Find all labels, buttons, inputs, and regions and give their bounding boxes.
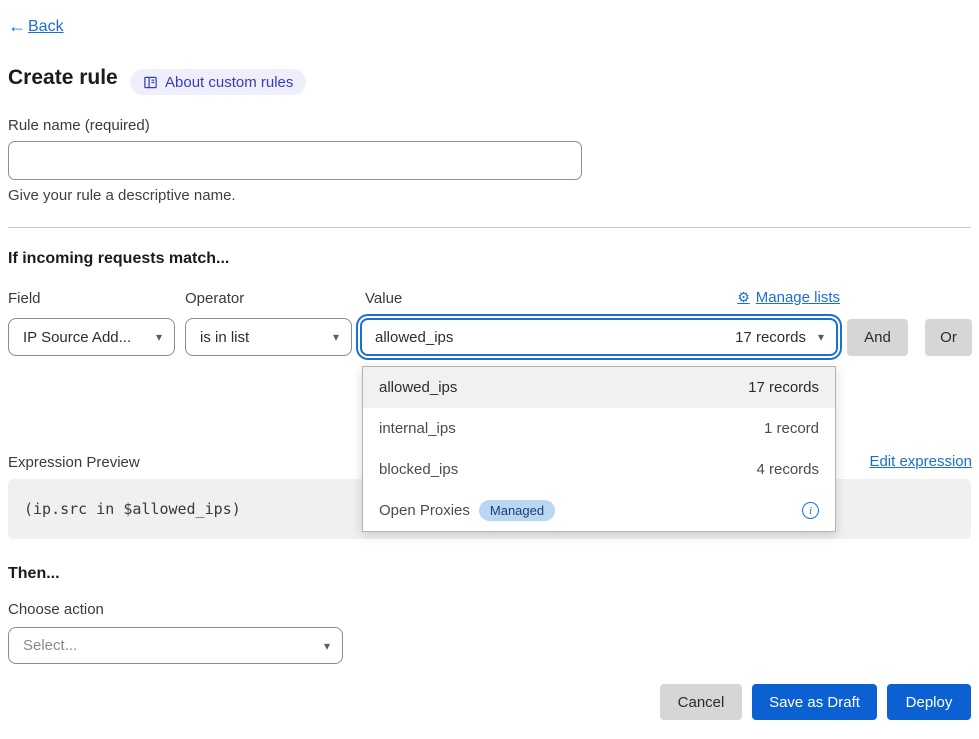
action-select[interactable]: Select... ▾ bbox=[8, 627, 343, 664]
chevron-down-icon: ▾ bbox=[818, 330, 824, 344]
field-column-label: Field bbox=[8, 290, 41, 307]
back-arrow-icon: ← bbox=[8, 16, 26, 37]
section-divider bbox=[8, 227, 971, 228]
list-item-blocked-ips[interactable]: blocked_ips 4 records bbox=[363, 449, 835, 490]
value-dropdown-menu: allowed_ips 17 records internal_ips 1 re… bbox=[362, 366, 836, 532]
expression-preview-label: Expression Preview bbox=[8, 454, 140, 471]
rule-name-input[interactable] bbox=[8, 141, 582, 180]
chevron-down-icon: ▾ bbox=[324, 639, 330, 653]
about-custom-rules-link[interactable]: About custom rules bbox=[130, 69, 306, 95]
manage-lists-link[interactable]: ⚙ Manage lists bbox=[737, 289, 840, 306]
rule-name-label: Rule name (required) bbox=[8, 117, 150, 134]
then-section-heading: Then... bbox=[8, 565, 60, 583]
deploy-button[interactable]: Deploy bbox=[887, 684, 971, 720]
match-section-heading: If incoming requests match... bbox=[8, 250, 229, 268]
and-button[interactable]: And bbox=[847, 319, 908, 356]
field-select-value: IP Source Add... bbox=[23, 329, 131, 346]
managed-badge: Managed bbox=[479, 500, 555, 521]
list-item-name: internal_ips bbox=[379, 420, 456, 437]
list-item-count: 17 records bbox=[748, 379, 819, 396]
field-select[interactable]: IP Source Add... ▾ bbox=[8, 318, 175, 356]
gear-icon: ⚙ bbox=[737, 290, 750, 306]
value-column-label: Value bbox=[365, 290, 402, 307]
page-title: Create rule bbox=[8, 66, 118, 90]
info-icon[interactable]: i bbox=[802, 502, 819, 519]
list-item-name: Open Proxies bbox=[379, 502, 470, 519]
list-item-allowed-ips[interactable]: allowed_ips 17 records bbox=[363, 367, 835, 408]
manage-lists-label: Manage lists bbox=[756, 289, 840, 306]
edit-expression-link[interactable]: Edit expression bbox=[869, 453, 972, 470]
chevron-down-icon: ▾ bbox=[333, 330, 339, 344]
list-item-count: 4 records bbox=[756, 461, 819, 478]
save-as-draft-button[interactable]: Save as Draft bbox=[752, 684, 877, 720]
value-select-count: 17 records bbox=[735, 329, 806, 346]
operator-select[interactable]: is in list ▾ bbox=[185, 318, 352, 356]
operator-select-value: is in list bbox=[200, 329, 249, 346]
list-item-internal-ips[interactable]: internal_ips 1 record bbox=[363, 408, 835, 449]
back-link[interactable]: ← Back bbox=[8, 16, 64, 37]
list-item-count: 1 record bbox=[764, 420, 819, 437]
rule-name-help-text: Give your rule a descriptive name. bbox=[8, 187, 236, 204]
cancel-button[interactable]: Cancel bbox=[660, 684, 742, 720]
chevron-down-icon: ▾ bbox=[156, 330, 162, 344]
list-item-name: allowed_ips bbox=[379, 379, 457, 396]
action-select-placeholder: Select... bbox=[23, 637, 77, 654]
list-item-name: blocked_ips bbox=[379, 461, 458, 478]
operator-column-label: Operator bbox=[185, 290, 244, 307]
value-select[interactable]: allowed_ips 17 records ▾ bbox=[360, 318, 838, 356]
about-custom-rules-label: About custom rules bbox=[165, 74, 293, 91]
list-item-open-proxies[interactable]: Open Proxies Managed i bbox=[363, 490, 835, 531]
or-button[interactable]: Or bbox=[925, 319, 972, 356]
book-icon bbox=[143, 75, 158, 90]
value-select-name: allowed_ips bbox=[375, 329, 453, 346]
back-link-label: Back bbox=[28, 18, 64, 36]
expression-code: (ip.src in $allowed_ips) bbox=[24, 500, 241, 518]
choose-action-label: Choose action bbox=[8, 601, 104, 618]
